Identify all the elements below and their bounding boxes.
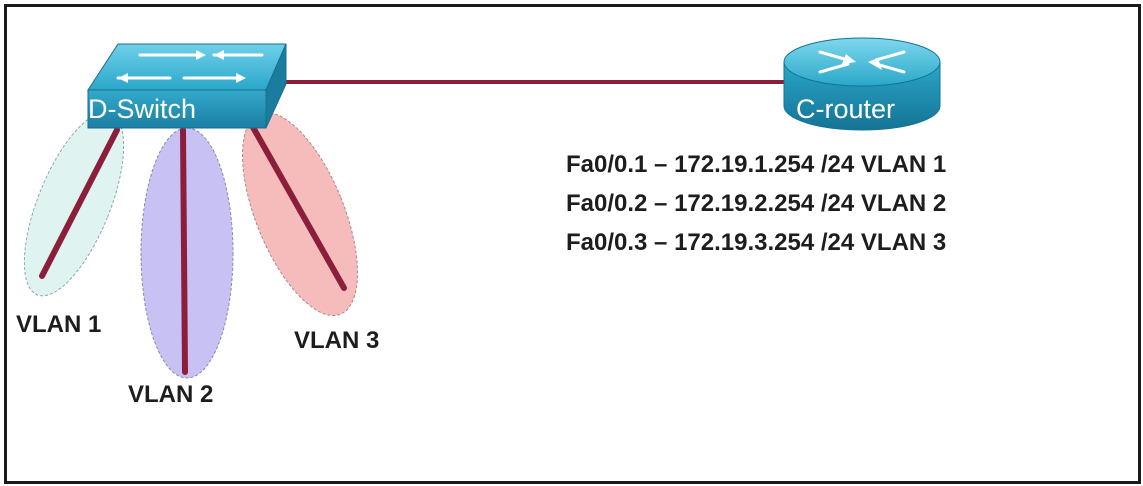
vlan-1-area [23,111,125,297]
interface-line-1: Fa0/0.1 – 172.19.1.254 /24 VLAN 1 [566,151,946,178]
vlan-2-link [180,127,188,375]
vlan-2-label: VLAN 2 [128,381,213,408]
vlan-1-group [23,111,125,297]
interface-line-2: Fa0/0.2 – 172.19.2.254 /24 VLAN 2 [566,190,946,217]
network-diagram: D-Switch C-router Fa0/0.1 – 172.19.1.254… [16,37,946,408]
vlan-3-label: VLAN 3 [294,327,379,354]
vlan-3-group [242,112,358,316]
router-name: C-router [796,94,895,124]
switch-name: D-Switch [88,94,196,124]
interface-line-3: Fa0/0.3 – 172.19.3.254 /24 VLAN 3 [566,229,946,256]
vlan-1-label: VLAN 1 [16,311,101,338]
vlan-2-group [140,127,234,379]
